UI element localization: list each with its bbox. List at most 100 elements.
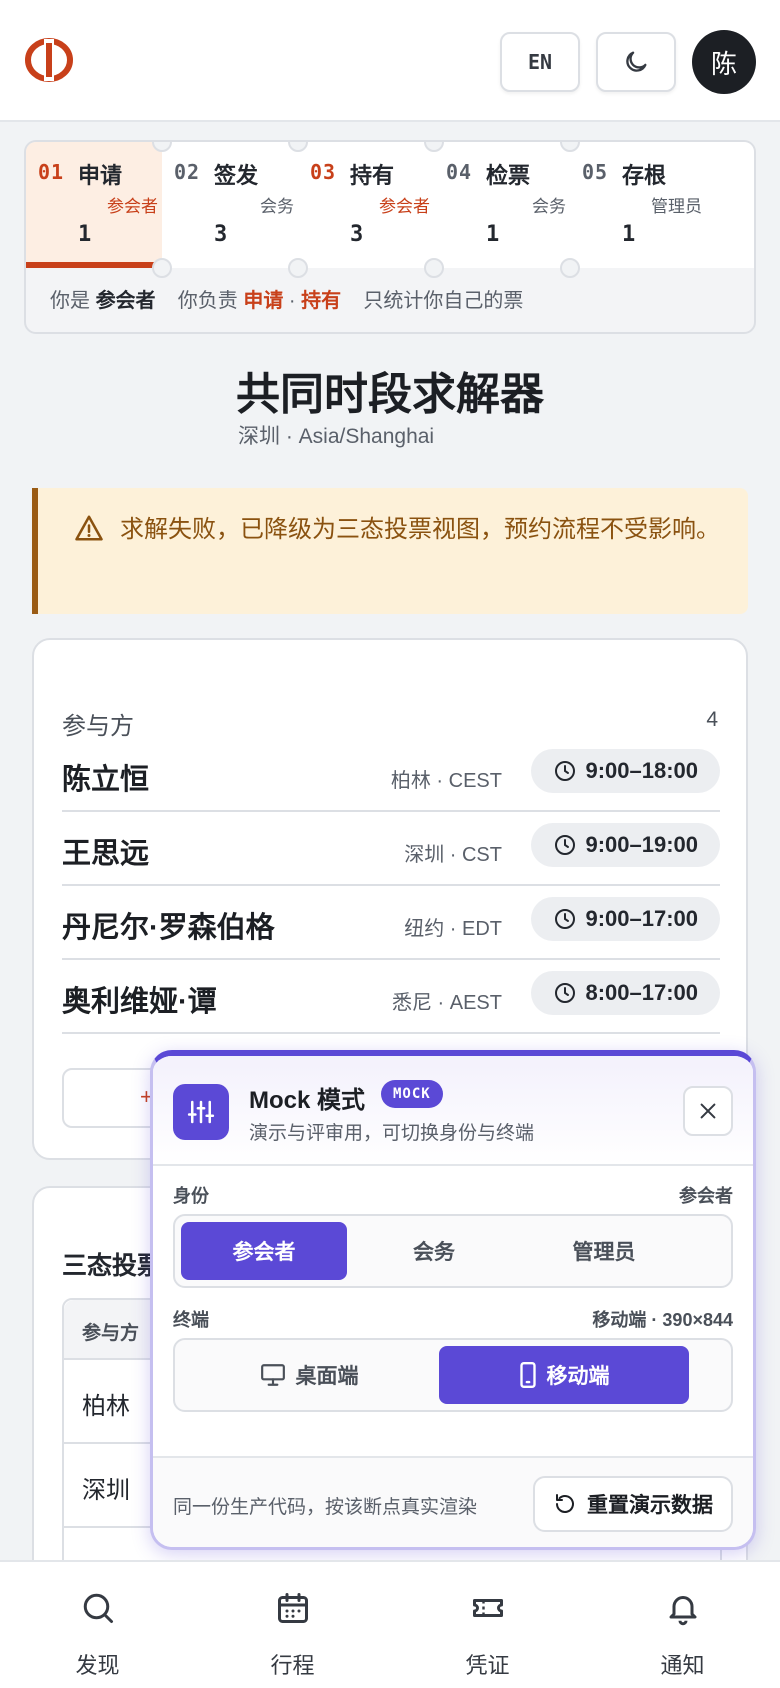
working-hours: 9:00–17:00 (585, 906, 698, 931)
role-prefix: 你是 (50, 290, 90, 312)
column-header: 参与方 (82, 1323, 140, 1344)
separator-dot: · (288, 290, 296, 312)
working-hours-pill: 9:00–18:00 (531, 749, 720, 793)
step-number: 04 (446, 160, 473, 184)
sliders-icon (173, 1084, 229, 1140)
step-count: 3 (350, 222, 364, 247)
step-number: 01 (38, 160, 65, 184)
step-count: 1 (486, 222, 500, 247)
active-step-indicator (26, 262, 164, 268)
step-number: 05 (582, 160, 609, 184)
step-name: 签发 (214, 163, 259, 188)
vote-title: 三态投票 (62, 1252, 163, 1280)
row-city: 深圳 (82, 1477, 130, 1504)
participants-label: 参与方 (62, 713, 134, 740)
working-hours-pill: 9:00–19:00 (531, 823, 720, 867)
device-label: 终端 (173, 1310, 209, 1330)
step-number: 03 (310, 160, 337, 184)
identity-option-admin[interactable]: 管理员 (521, 1222, 687, 1280)
device-option-label: 桌面端 (295, 1365, 359, 1388)
step-role: 会务 (260, 197, 294, 216)
identity-option-staff[interactable]: 会务 (351, 1222, 517, 1280)
nav-item-discover[interactable]: 发现 (0, 1562, 195, 1688)
step-count: 1 (622, 222, 636, 247)
participant-timezone: 柏林 · CEST (390, 770, 502, 792)
ticket-notch (288, 258, 308, 278)
identity-switcher: 参会者 会务 管理员 (173, 1214, 733, 1288)
row-city: 柏林 (82, 1393, 130, 1420)
step-stub[interactable]: 05 存根 管理员 1 (570, 142, 754, 268)
step-issue[interactable]: 02 签发 会务 3 (162, 142, 308, 268)
participant-name: 丹尼尔·罗森伯格 (62, 912, 275, 944)
working-hours: 9:00–19:00 (585, 832, 698, 857)
step-hold[interactable]: 03 持有 参会者 3 (298, 142, 444, 268)
working-hours-pill: 8:00–17:00 (531, 971, 720, 1015)
mock-badge: MOCK (381, 1080, 443, 1108)
participant-row: 奥利维娅·谭 悉尼 · AEST 8:00–17:00 (62, 960, 720, 1034)
participant-row: 丹尼尔·罗森伯格 纽约 · EDT 9:00–17:00 (62, 886, 720, 960)
search-icon (83, 1593, 113, 1623)
app-header: EN 陈 (0, 0, 780, 122)
close-icon (700, 1103, 716, 1119)
step-role: 参会者 (107, 197, 158, 216)
step-name: 持有 (350, 163, 395, 188)
participant-name: 奥利维娅·谭 (62, 986, 217, 1018)
step-apply[interactable]: 01 申请 参会者 1 (26, 142, 172, 268)
logo-icon[interactable] (24, 37, 74, 83)
ticket-icon (473, 1599, 503, 1617)
participant-row: 王思远 深圳 · CST 9:00–19:00 (62, 812, 720, 886)
participant-name: 陈立恒 (62, 764, 150, 796)
language-toggle-button[interactable]: EN (500, 32, 580, 92)
nav-item-itinerary[interactable]: 行程 (195, 1562, 390, 1688)
nav-item-tickets[interactable]: 凭证 (390, 1562, 585, 1688)
device-switcher: 桌面端 移动端 (173, 1338, 733, 1412)
participant-name: 王思远 (62, 838, 150, 870)
device-option-label: 移动端 (546, 1365, 610, 1388)
nav-label: 发现 (75, 1653, 120, 1678)
responsible-step-b: 持有 (301, 290, 342, 312)
device-option-mobile[interactable]: 移动端 (439, 1346, 689, 1404)
responsible-prefix: 你负责 (177, 290, 238, 312)
monitor-icon (260, 1364, 285, 1386)
current-role: 参会者 (95, 290, 156, 312)
identity-value: 参会者 (679, 1186, 733, 1206)
reset-demo-data-button[interactable]: 重置演示数据 (533, 1476, 733, 1532)
device-option-desktop[interactable]: 桌面端 (181, 1346, 437, 1404)
ticket-notch (560, 258, 580, 278)
nav-item-notifications[interactable]: 通知 (585, 1562, 780, 1688)
step-role: 会务 (532, 197, 566, 216)
phone-icon (519, 1362, 536, 1388)
responsible-step-a: 申请 (243, 290, 284, 312)
close-button[interactable] (683, 1086, 733, 1136)
warning-alert: 求解失败，已降级为三态投票视图，预约流程不受影响。 (32, 488, 748, 614)
participant-timezone: 纽约 · EDT (404, 918, 502, 940)
calendar-icon (278, 1593, 308, 1623)
step-count: 3 (214, 222, 228, 247)
reset-icon (556, 1494, 574, 1513)
step-role: 管理员 (651, 197, 702, 216)
user-avatar[interactable]: 陈 (692, 30, 756, 94)
scope-note: 只统计你自己的票 (363, 290, 524, 312)
theme-toggle-button[interactable] (596, 32, 676, 92)
bottom-nav: 发现 行程 凭证 通知 (0, 1560, 780, 1688)
mock-title: Mock 模式 (249, 1087, 366, 1114)
clock-icon (555, 761, 576, 781)
working-hours: 9:00–18:00 (585, 758, 698, 783)
identity-label: 身份 (173, 1186, 209, 1206)
role-summary: 你是 参会者 你负责 申请 · 持有 只统计你自己的票 (50, 284, 523, 313)
mock-mode-panel: Mock 模式 MOCK 演示与评审用，可切换身份与终端 身份 参会者 参会者 … (150, 1050, 756, 1550)
nav-label: 凭证 (465, 1653, 510, 1678)
warning-icon (75, 515, 103, 541)
ticket-flow-stepper: 01 申请 参会者 1 02 签发 会务 3 03 持有 参会者 3 04 检票… (24, 140, 756, 334)
step-name: 存根 (622, 163, 667, 188)
step-check[interactable]: 04 检票 会务 1 (434, 142, 580, 268)
participants-count: 4 (706, 708, 718, 731)
step-name: 申请 (78, 163, 123, 188)
device-value: 移动端 · 390×844 (592, 1310, 733, 1330)
step-role: 参会者 (379, 197, 430, 216)
mock-subtitle: 演示与评审用，可切换身份与终端 (249, 1123, 535, 1144)
nav-label: 行程 (270, 1653, 315, 1678)
step-number: 02 (174, 160, 201, 184)
ticket-notch (152, 258, 172, 278)
identity-option-attendee[interactable]: 参会者 (181, 1222, 347, 1280)
